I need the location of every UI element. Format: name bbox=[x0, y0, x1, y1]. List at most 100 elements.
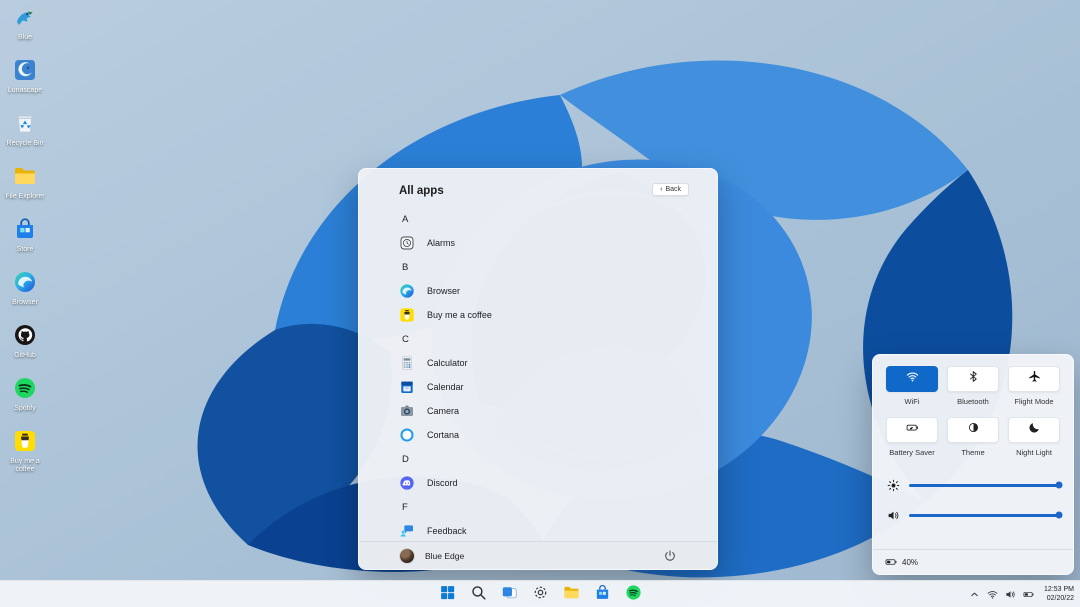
quick-setting-label: WiFi bbox=[905, 397, 920, 406]
desktop-icon-label: Buy me a coffee bbox=[3, 458, 47, 474]
night-light-toggle-button[interactable] bbox=[1008, 417, 1060, 443]
all-apps-title: All apps bbox=[399, 185, 444, 197]
tray-volume-icon[interactable] bbox=[1005, 589, 1016, 600]
edge-icon bbox=[13, 270, 37, 299]
desktop-icon-label: File Explorer bbox=[5, 193, 44, 201]
flight-icon bbox=[1028, 370, 1041, 388]
taskbar-search-button[interactable] bbox=[467, 584, 489, 606]
desktop-icon-coffee[interactable]: Buy me a coffee bbox=[2, 430, 48, 483]
tray-wifi-icon[interactable] bbox=[987, 589, 998, 600]
battery-status: 40% bbox=[873, 549, 1073, 574]
desktop-icon-store[interactable]: Store bbox=[2, 218, 48, 271]
system-tray: 12:53 PM 02/20/22 bbox=[969, 581, 1074, 607]
user-avatar[interactable] bbox=[399, 548, 415, 564]
desktop-icon-edge[interactable]: Browser bbox=[2, 271, 48, 324]
alpha-section-B[interactable]: B bbox=[399, 255, 677, 279]
file-explorer-icon bbox=[563, 584, 580, 606]
taskbar-spotify-button[interactable] bbox=[622, 584, 644, 606]
coffee-icon bbox=[13, 429, 37, 458]
app-item-discord[interactable]: Discord bbox=[399, 471, 677, 495]
tray-battery-icon[interactable] bbox=[1023, 589, 1034, 600]
app-item-label: Browser bbox=[427, 286, 460, 296]
alpha-section-D[interactable]: D bbox=[399, 447, 677, 471]
task-view-icon bbox=[501, 584, 518, 606]
taskbar-task-view-button[interactable] bbox=[498, 584, 520, 606]
app-item-edge[interactable]: Browser bbox=[399, 279, 677, 303]
calculator-icon bbox=[399, 355, 415, 371]
brightness-slider-thumb[interactable] bbox=[1056, 482, 1063, 489]
desktop-icon-spotify[interactable]: Spotify bbox=[2, 377, 48, 430]
battery-percentage: 40% bbox=[902, 558, 918, 567]
volume-icon bbox=[1005, 589, 1016, 600]
battery-icon bbox=[1023, 589, 1034, 600]
alpha-section-A[interactable]: A bbox=[399, 207, 677, 231]
app-item-label: Cortana bbox=[427, 430, 459, 440]
taskbar-start-button[interactable] bbox=[436, 584, 458, 606]
power-button[interactable] bbox=[663, 549, 677, 563]
app-item-feedback[interactable]: Feedback bbox=[399, 519, 677, 541]
flight-toggle-button[interactable] bbox=[1008, 366, 1060, 392]
lunascape-icon bbox=[13, 58, 37, 87]
feedback-icon bbox=[399, 523, 415, 539]
quick-setting-battery-saver: Battery Saver bbox=[886, 417, 938, 457]
calendar-icon bbox=[399, 379, 415, 395]
quick-setting-flight: Flight Mode bbox=[1008, 366, 1060, 406]
taskbar-settings-button[interactable] bbox=[529, 584, 551, 606]
taskbar-store-button[interactable] bbox=[591, 584, 613, 606]
desktop-icon-github[interactable]: GitHub bbox=[2, 324, 48, 377]
discord-icon bbox=[399, 475, 415, 491]
tray-chevron-up-icon[interactable] bbox=[969, 589, 980, 600]
battery-icon bbox=[885, 556, 897, 568]
back-button-label: Back bbox=[665, 186, 681, 193]
taskbar-file-explorer-button[interactable] bbox=[560, 584, 582, 606]
desktop-icon-list: Blue Lunascape Recycle Bin File Explorer Sto… bbox=[2, 6, 48, 483]
app-item-calendar[interactable]: Calendar bbox=[399, 375, 677, 399]
desktop-icon-blue-logo[interactable]: Blue bbox=[2, 6, 48, 59]
app-item-camera[interactable]: Camera bbox=[399, 399, 677, 423]
app-item-coffee[interactable]: Buy me a coffee bbox=[399, 303, 677, 327]
taskbar-clock[interactable]: 12:53 PM 02/20/22 bbox=[1041, 586, 1074, 603]
quick-setting-label: Theme bbox=[961, 448, 984, 457]
quick-setting-theme: Theme bbox=[947, 417, 999, 457]
back-button[interactable]: ‹ Back bbox=[652, 183, 689, 196]
file-explorer-icon bbox=[13, 164, 37, 193]
quick-settings-grid: WiFi Bluetooth Flight Mode Battery Saver The… bbox=[873, 355, 1073, 457]
volume-slider-row bbox=[887, 500, 1059, 530]
desktop-icon-lunascape[interactable]: Lunascape bbox=[2, 59, 48, 112]
bluetooth-icon bbox=[967, 370, 980, 388]
quick-settings-panel: WiFi Bluetooth Flight Mode Battery Saver The… bbox=[872, 354, 1074, 575]
all-apps-list: AAlarmsB Browser Buy me a coffeeC Calculato… bbox=[359, 205, 717, 541]
desktop-icon-recycle-bin[interactable]: Recycle Bin bbox=[2, 112, 48, 165]
app-item-label: Calendar bbox=[427, 382, 464, 392]
chevron-up-icon bbox=[969, 589, 980, 600]
app-item-alarms[interactable]: Alarms bbox=[399, 231, 677, 255]
wifi-icon bbox=[987, 589, 998, 600]
alpha-section-F[interactable]: F bbox=[399, 495, 677, 519]
gear-icon bbox=[532, 584, 549, 606]
app-item-label: Feedback bbox=[427, 526, 467, 536]
edge-icon bbox=[399, 283, 415, 299]
coffee-icon bbox=[399, 307, 415, 323]
blue-logo-icon bbox=[13, 5, 37, 34]
app-item-label: Calculator bbox=[427, 358, 468, 368]
wifi-toggle-button[interactable] bbox=[886, 366, 938, 392]
app-item-calculator[interactable]: Calculator bbox=[399, 351, 677, 375]
app-item-cortana[interactable]: Cortana bbox=[399, 423, 677, 447]
start-menu-user-bar: Blue Edge bbox=[359, 541, 717, 569]
battery-saver-toggle-button[interactable] bbox=[886, 417, 938, 443]
github-icon bbox=[13, 323, 37, 352]
recycle-bin-icon bbox=[13, 111, 37, 140]
volume-slider[interactable] bbox=[909, 514, 1059, 517]
cortana-icon bbox=[399, 427, 415, 443]
battery-saver-icon bbox=[906, 421, 919, 439]
alpha-section-C[interactable]: C bbox=[399, 327, 677, 351]
bluetooth-toggle-button[interactable] bbox=[947, 366, 999, 392]
user-name[interactable]: Blue Edge bbox=[425, 551, 464, 561]
quick-setting-label: Bluetooth bbox=[957, 397, 989, 406]
brightness-slider[interactable] bbox=[909, 484, 1059, 487]
volume-slider-thumb[interactable] bbox=[1056, 512, 1063, 519]
desktop-icon-label: Lunascape bbox=[8, 87, 42, 95]
theme-icon bbox=[967, 421, 980, 439]
theme-toggle-button[interactable] bbox=[947, 417, 999, 443]
desktop-icon-file-explorer[interactable]: File Explorer bbox=[2, 165, 48, 218]
